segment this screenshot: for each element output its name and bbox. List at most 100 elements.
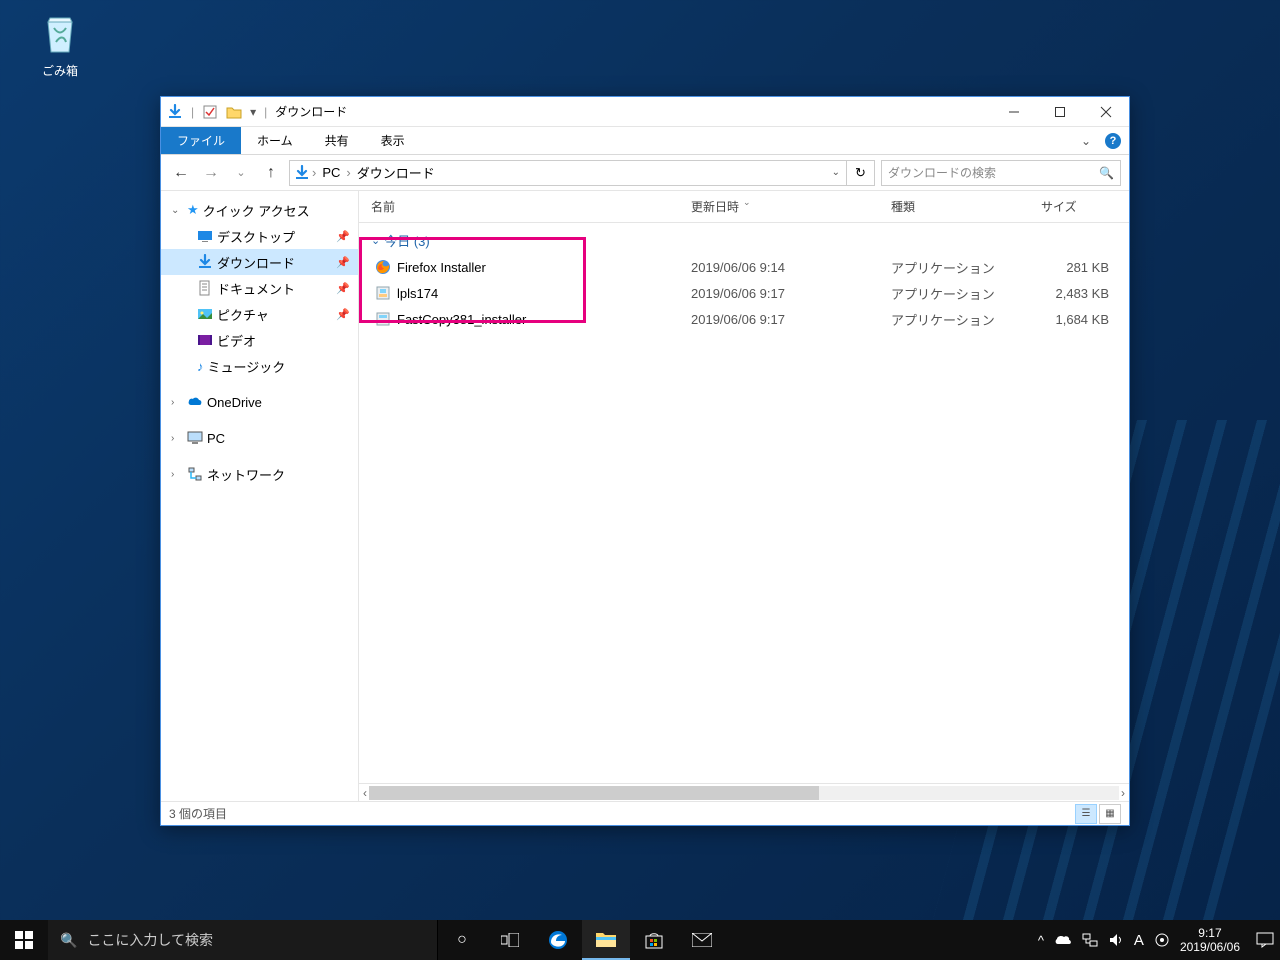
view-details-button[interactable]: ☰ bbox=[1075, 804, 1097, 824]
tab-home[interactable]: ホーム bbox=[241, 127, 309, 154]
tray-overflow-icon[interactable]: ^ bbox=[1038, 933, 1044, 948]
taskbar-app-explorer[interactable] bbox=[582, 920, 630, 960]
pin-icon: 📌 bbox=[336, 230, 350, 243]
sidebar: ⌄ ★ クイック アクセス デスクトップ 📌 ダウンロード 📌 ドキュメント 📌 bbox=[161, 191, 359, 801]
column-headers: 名前 更新日時⌄ 種類 サイズ bbox=[359, 191, 1129, 223]
network-icon bbox=[187, 466, 203, 482]
music-icon: ♪ bbox=[197, 359, 204, 374]
cortana-button[interactable]: ○ bbox=[438, 920, 486, 960]
pin-icon: 📌 bbox=[336, 256, 350, 269]
explorer-window: | ▾ | ダウンロード ファイル ホーム 共有 表示 ⌄ ? ← → ⌄ ↑ … bbox=[160, 96, 1130, 826]
view-icons-button[interactable]: ▦ bbox=[1099, 804, 1121, 824]
file-row[interactable]: lpls174 2019/06/06 9:17 アプリケーション 2,483 K… bbox=[359, 280, 1129, 306]
sidebar-item-documents[interactable]: ドキュメント 📌 bbox=[161, 275, 358, 301]
address-bar[interactable]: › PC › ダウンロード ⌄ ↻ bbox=[289, 160, 875, 186]
task-view-button[interactable] bbox=[486, 920, 534, 960]
qat-properties-icon[interactable] bbox=[202, 104, 218, 120]
ribbon-collapse-icon[interactable]: ⌄ bbox=[1073, 134, 1099, 148]
navbar: ← → ⌄ ↑ › PC › ダウンロード ⌄ ↻ ダウンロードの検索 🔍 bbox=[161, 155, 1129, 191]
qat-dropdown-icon[interactable]: ▾ bbox=[250, 105, 256, 119]
sidebar-network[interactable]: › ネットワーク bbox=[161, 461, 358, 487]
statusbar: 3 個の項目 ☰ ▦ bbox=[161, 801, 1129, 825]
column-name[interactable]: 名前 bbox=[359, 198, 679, 215]
ime-mode-icon[interactable] bbox=[1154, 932, 1170, 948]
taskbar-app-store[interactable] bbox=[630, 920, 678, 960]
file-row[interactable]: Firefox Installer 2019/06/06 9:14 アプリケーシ… bbox=[359, 254, 1129, 280]
nav-forward-button[interactable]: → bbox=[199, 161, 223, 185]
qat-folder-icon[interactable] bbox=[226, 104, 242, 120]
address-dropdown-icon[interactable]: ⌄ bbox=[826, 167, 846, 178]
search-icon: 🔍 bbox=[1099, 166, 1114, 180]
tray-clock[interactable]: 9:17 2019/06/06 bbox=[1180, 926, 1246, 955]
tab-view[interactable]: 表示 bbox=[365, 127, 421, 154]
windows-logo-icon bbox=[15, 931, 33, 949]
taskbar-app-mail[interactable] bbox=[678, 920, 726, 960]
pin-icon: 📌 bbox=[336, 282, 350, 295]
help-icon[interactable]: ? bbox=[1105, 133, 1121, 149]
group-today[interactable]: ⌄ 今日 (3) bbox=[359, 223, 1129, 254]
volume-tray-icon[interactable] bbox=[1108, 932, 1124, 948]
downloads-icon bbox=[197, 254, 213, 270]
tab-file[interactable]: ファイル bbox=[161, 127, 241, 154]
search-input[interactable]: ダウンロードの検索 🔍 bbox=[881, 160, 1121, 186]
recycle-bin-label: ごみ箱 bbox=[20, 62, 100, 79]
nav-up-button[interactable]: ↑ bbox=[259, 161, 283, 185]
file-list-pane: 名前 更新日時⌄ 種類 サイズ ⌄ 今日 (3) Firefox Install… bbox=[359, 191, 1129, 801]
downloads-icon bbox=[294, 165, 310, 181]
status-item-count: 3 個の項目 bbox=[169, 805, 227, 822]
window-title: ダウンロード bbox=[275, 103, 347, 120]
minimize-button[interactable] bbox=[991, 97, 1037, 127]
firefox-icon bbox=[375, 259, 391, 275]
sidebar-item-downloads[interactable]: ダウンロード 📌 bbox=[161, 249, 358, 275]
taskbar: 🔍 ここに入力して検索 ○ ^ A 9:17 2019/06/06 bbox=[0, 920, 1280, 960]
sidebar-item-videos[interactable]: ビデオ bbox=[161, 327, 358, 353]
chevron-right-icon: › bbox=[171, 469, 183, 480]
recycle-bin-icon bbox=[36, 10, 84, 58]
refresh-button[interactable]: ↻ bbox=[846, 160, 874, 186]
chevron-down-icon: ⌄ bbox=[171, 205, 183, 216]
sidebar-item-pictures[interactable]: ピクチャ 📌 bbox=[161, 301, 358, 327]
installer-icon bbox=[375, 311, 391, 327]
tab-share[interactable]: 共有 bbox=[309, 127, 365, 154]
breadcrumb-folder[interactable]: ダウンロード bbox=[353, 163, 439, 182]
document-icon bbox=[197, 280, 213, 296]
nav-back-button[interactable]: ← bbox=[169, 161, 193, 185]
file-row[interactable]: FastCopy381_installer 2019/06/06 9:17 アプ… bbox=[359, 306, 1129, 332]
sidebar-item-desktop[interactable]: デスクトップ 📌 bbox=[161, 223, 358, 249]
pc-icon bbox=[187, 430, 203, 446]
star-icon: ★ bbox=[187, 202, 199, 218]
scroll-left-icon[interactable]: ‹ bbox=[363, 786, 367, 800]
column-date[interactable]: 更新日時⌄ bbox=[679, 198, 879, 215]
pin-icon: 📌 bbox=[336, 308, 350, 321]
close-button[interactable] bbox=[1083, 97, 1129, 127]
sidebar-pc[interactable]: › PC bbox=[161, 425, 358, 451]
action-center-icon[interactable] bbox=[1256, 932, 1274, 948]
nav-recent-dropdown[interactable]: ⌄ bbox=[229, 161, 253, 185]
ime-indicator[interactable]: A bbox=[1134, 932, 1144, 949]
column-type[interactable]: 種類 bbox=[879, 198, 1029, 215]
chevron-right-icon: › bbox=[171, 397, 183, 408]
taskbar-search-input[interactable]: 🔍 ここに入力して検索 bbox=[48, 920, 438, 960]
sidebar-quick-access[interactable]: ⌄ ★ クイック アクセス bbox=[161, 197, 358, 223]
search-placeholder: ダウンロードの検索 bbox=[888, 164, 1099, 181]
taskbar-search-placeholder: ここに入力して検索 bbox=[87, 930, 213, 950]
onedrive-icon bbox=[187, 394, 203, 410]
maximize-button[interactable] bbox=[1037, 97, 1083, 127]
sidebar-onedrive[interactable]: › OneDrive bbox=[161, 389, 358, 415]
sidebar-item-music[interactable]: ♪ ミュージック bbox=[161, 353, 358, 379]
network-tray-icon[interactable] bbox=[1082, 932, 1098, 948]
desktop-icon bbox=[197, 228, 213, 244]
scroll-right-icon[interactable]: › bbox=[1121, 786, 1125, 800]
ribbon-tabs: ファイル ホーム 共有 表示 ⌄ ? bbox=[161, 127, 1129, 155]
column-size[interactable]: サイズ bbox=[1029, 198, 1129, 215]
taskbar-app-edge[interactable] bbox=[534, 920, 582, 960]
installer-icon bbox=[375, 285, 391, 301]
start-button[interactable] bbox=[0, 920, 48, 960]
onedrive-tray-icon[interactable] bbox=[1054, 934, 1072, 946]
downloads-icon bbox=[167, 104, 183, 120]
recycle-bin[interactable]: ごみ箱 bbox=[20, 10, 100, 79]
sort-caret-icon: ⌄ bbox=[743, 197, 751, 208]
horizontal-scrollbar[interactable]: ‹ › bbox=[359, 783, 1129, 801]
breadcrumb-pc[interactable]: PC bbox=[318, 165, 344, 180]
videos-icon bbox=[197, 332, 213, 348]
